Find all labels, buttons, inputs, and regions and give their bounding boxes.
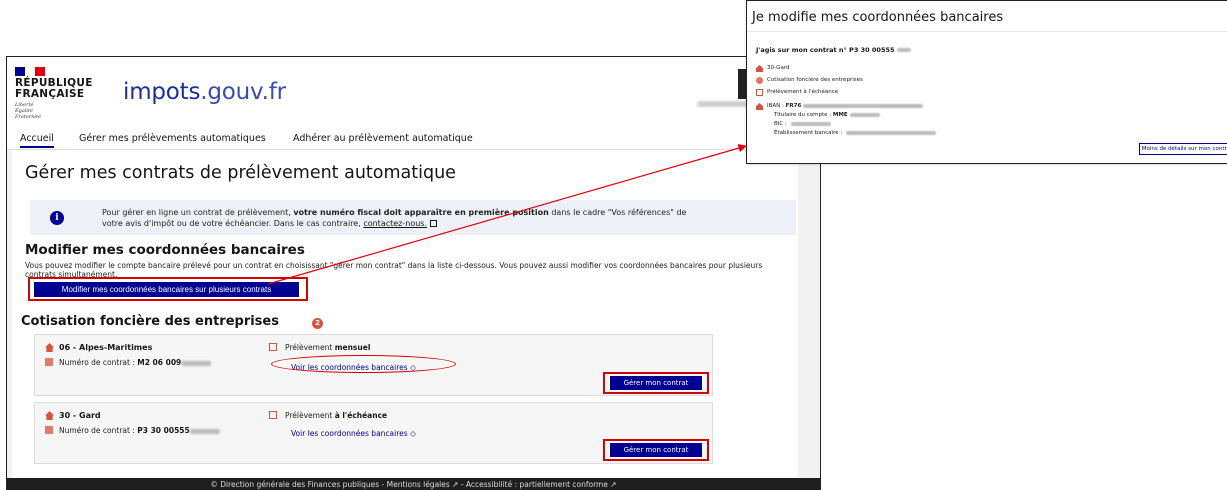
callout-bank: Établissement bancaire : bbox=[774, 130, 936, 136]
cfe-section-title: Cotisation foncière des entreprises bbox=[21, 314, 279, 329]
callout-bic: BIC : bbox=[774, 121, 831, 127]
callout-holder: Titulaire du compte : MME bbox=[774, 112, 880, 118]
callout-contract-number: J'agis sur mon contrat n° P3 30 00555 bbox=[756, 46, 911, 54]
highlight-oval bbox=[271, 355, 456, 373]
notice-text-part: Pour gérer en ligne un contrat de prélèv… bbox=[102, 208, 294, 217]
bank-details-callout: Je modifie mes coordonnées bancaires J'a… bbox=[746, 0, 1227, 164]
bank-icon bbox=[756, 103, 763, 110]
bic-blurred bbox=[790, 121, 831, 126]
payment-frequency-label: Prélèvement bbox=[285, 343, 335, 352]
main-nav: Accueil Gérer mes prélèvements automatiq… bbox=[7, 128, 820, 150]
site-header: RÉPUBLIQUE FRANÇAISE Liberté Égalité Fra… bbox=[7, 57, 820, 127]
calendar-icon bbox=[269, 411, 277, 419]
tab-accueil[interactable]: Accueil bbox=[20, 133, 54, 148]
contract-number-value: M2 06 009 bbox=[137, 358, 182, 367]
flag-icon bbox=[15, 67, 45, 76]
holder-value: MME bbox=[832, 112, 848, 118]
contract-number-value: P3 30 00555 bbox=[137, 426, 190, 435]
iban-blurred bbox=[803, 103, 924, 108]
notice-text: Pour gérer en ligne un contrat de prélèv… bbox=[102, 207, 702, 229]
info-notice: i Pour gérer en ligne un contrat de prél… bbox=[30, 200, 796, 235]
holder-blurred bbox=[849, 112, 880, 117]
notice-text-bold: votre numéro fiscal doit apparaître en p… bbox=[293, 208, 549, 217]
page-footer: © Direction générale des Finances publiq… bbox=[7, 478, 820, 489]
tab-gerer-prelevements[interactable]: Gérer mes prélèvements automatiques bbox=[79, 133, 266, 144]
home-icon bbox=[45, 343, 54, 352]
info-icon: i bbox=[50, 211, 64, 225]
bank-blurred bbox=[845, 130, 936, 135]
tab-adherer-prelevement[interactable]: Adhérer au prélèvement automatique bbox=[293, 133, 473, 144]
page-title: Gérer mes contrats de prélèvement automa… bbox=[25, 163, 456, 183]
highlight-box bbox=[603, 372, 709, 394]
payment-frequency-value: mensuel bbox=[334, 343, 371, 352]
content-panel: Gérer mes contrats de prélèvement automa… bbox=[12, 150, 798, 482]
contract-number: Numéro de contrat : M2 06 009 bbox=[59, 358, 212, 367]
contract-number-blurred bbox=[896, 48, 911, 52]
contract-number-label: Numéro de contrat : bbox=[59, 426, 138, 435]
home-icon bbox=[45, 411, 54, 420]
callout-department: 30-Gard bbox=[767, 65, 790, 71]
view-bank-details-link[interactable]: Voir les coordonnées bancaires ◇ bbox=[291, 429, 416, 438]
contract-card: 30 - Gard Numéro de contrat : P3 30 0055… bbox=[34, 402, 713, 464]
tax-icon bbox=[756, 77, 763, 84]
payment-frequency: Prélèvement à l'échéance bbox=[285, 411, 387, 420]
payment-frequency-value: à l'échéance bbox=[334, 411, 388, 420]
page-body: Gérer mes contrats de prélèvement automa… bbox=[7, 150, 820, 489]
contact-link[interactable]: contactez-nous. bbox=[363, 219, 427, 228]
iban-value: FR76 bbox=[785, 103, 802, 109]
contract-card: 06 - Alpes-Maritimes Numéro de contrat :… bbox=[34, 334, 713, 396]
site-logo-part-a: impots bbox=[123, 79, 201, 105]
callout-body: J'agis sur mon contrat n° P3 30 00555 30… bbox=[747, 31, 1227, 165]
highlight-box bbox=[603, 439, 709, 461]
callout-frequency: Prélèvement à l'échéance bbox=[767, 89, 839, 95]
contract-count-badge: 2 bbox=[312, 318, 323, 329]
modify-multiple-contracts-button[interactable]: Modifier mes coordonnées bancaires sur p… bbox=[34, 282, 299, 297]
home-icon bbox=[756, 65, 763, 72]
main-screenshot: RÉPUBLIQUE FRANÇAISE Liberté Égalité Fra… bbox=[6, 56, 821, 490]
republique-francaise-label: RÉPUBLIQUE FRANÇAISE bbox=[15, 77, 93, 100]
payment-frequency: Prélèvement mensuel bbox=[285, 343, 370, 352]
bic-label: BIC : bbox=[774, 121, 789, 127]
callout-tax-type: Cotisation foncière des entreprises bbox=[767, 77, 863, 83]
calendar-icon bbox=[756, 89, 763, 96]
holder-label: Titulaire du compte : bbox=[774, 112, 833, 118]
calendar-icon bbox=[269, 343, 277, 351]
callout-contract-text: J'agis sur mon contrat n° P3 30 00555 bbox=[756, 46, 895, 54]
contract-number-label: Numéro de contrat : bbox=[59, 358, 138, 367]
contract-department: 30 - Gard bbox=[59, 411, 101, 420]
motto: Liberté Égalité Fraternité bbox=[15, 102, 41, 120]
document-icon bbox=[45, 426, 53, 434]
bank-label: Établissement bancaire : bbox=[774, 130, 844, 136]
site-logo-part-b: .gouv.fr bbox=[200, 79, 286, 105]
chevron-down-icon: ◇ bbox=[410, 429, 416, 438]
contract-department: 06 - Alpes-Maritimes bbox=[59, 343, 153, 352]
callout-title: Je modifie mes coordonnées bancaires bbox=[752, 10, 1004, 25]
less-details-button[interactable]: Moins de détails sur mon contrat bbox=[1139, 143, 1227, 155]
bank-section-title: Modifier mes coordonnées bancaires bbox=[25, 242, 305, 258]
view-bank-details-label: Voir les coordonnées bancaires bbox=[291, 429, 408, 438]
contract-number-blurred bbox=[181, 360, 212, 366]
contract-number: Numéro de contrat : P3 30 00555 bbox=[59, 426, 220, 435]
callout-iban: IBAN : FR76 bbox=[767, 103, 924, 109]
document-icon bbox=[45, 358, 53, 366]
payment-frequency-label: Prélèvement bbox=[285, 411, 335, 420]
site-logo[interactable]: impots.gouv.fr bbox=[123, 79, 286, 105]
external-link-icon bbox=[429, 220, 437, 227]
iban-label: IBAN : bbox=[767, 103, 786, 109]
contract-number-blurred bbox=[189, 428, 220, 434]
